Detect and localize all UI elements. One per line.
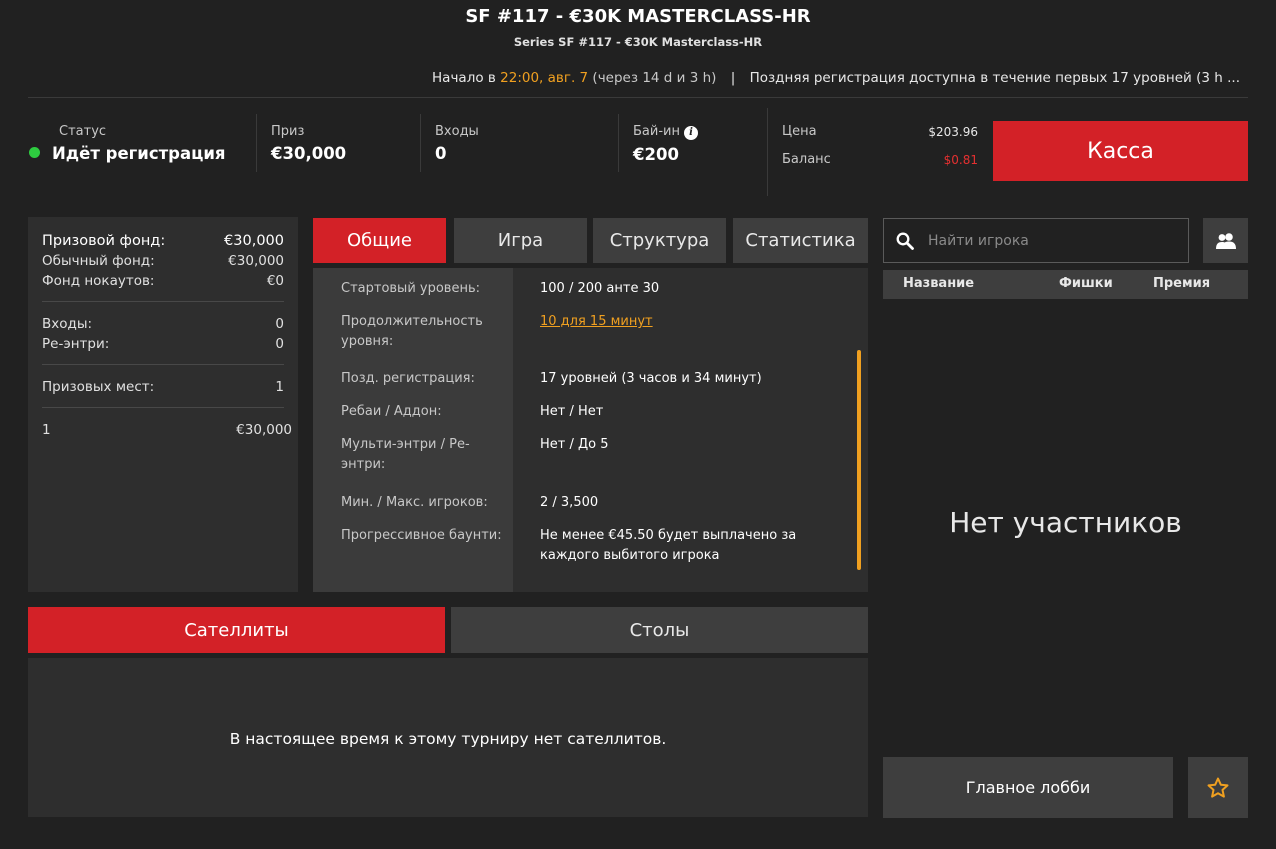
buyin-cell: Бай-ин i €200 (633, 124, 698, 164)
entries-value: 0 (275, 316, 284, 332)
entries-label: Входы: (42, 316, 93, 332)
players-icon (1215, 232, 1236, 249)
tab-game[interactable]: Игра (454, 218, 587, 263)
tournament-details[interactable]: Стартовый уровень: 100 / 200 анте 30 Про… (313, 268, 868, 592)
payout-amount: €30,000 (236, 422, 292, 438)
prize-pool-row: Призовой фонд: €30,000 (42, 231, 284, 251)
detail-value: 2 / 3,500 (540, 495, 599, 510)
regular-pool-label: Обычный фонд: (42, 253, 155, 269)
balance-value: $0.81 (943, 153, 978, 167)
price-label: Цена (782, 124, 817, 139)
favorite-button[interactable] (1188, 757, 1248, 818)
level-duration-link[interactable]: 10 для 15 минут (540, 312, 830, 332)
payout-place: 1 (42, 422, 51, 438)
tournament-subtitle: Series SF #117 - €30K Masterclass-HR (513, 35, 763, 49)
satellites-panel: В настоящее время к этому турниру нет са… (28, 658, 868, 817)
regular-pool-row: Обычный фонд: €30,000 (42, 251, 284, 271)
reentries-row: Ре-энтри: 0 (42, 334, 284, 354)
regular-pool-value: €30,000 (228, 253, 284, 269)
search-icon (896, 232, 914, 250)
detail-label: Прогрессивное баунти: (341, 528, 502, 543)
tab-tables[interactable]: Столы (451, 607, 868, 653)
column-name[interactable]: Название (903, 276, 974, 291)
main-lobby-button[interactable]: Главное лобби (883, 757, 1173, 818)
cashier-button[interactable]: Касса (993, 121, 1248, 181)
detail-label: Мин. / Макс. игроков: (341, 495, 488, 510)
balance-label: Баланс (782, 152, 831, 167)
status-indicator (29, 147, 40, 158)
no-players-message: Нет участников (949, 506, 1182, 539)
buyin-value: €200 (633, 145, 679, 164)
detail-value: Нет / До 5 (540, 437, 609, 452)
paid-places-label: Призовых мест: (42, 379, 155, 395)
entries-row: Входы: 0 (42, 314, 284, 334)
info-divider (767, 108, 768, 196)
detail-value: Не менее €45.50 будет выплачено за каждо… (540, 528, 797, 563)
detail-label: Продолжительность уровня: (341, 314, 483, 349)
detail-value: 17 уровней (3 часов и 34 минут) (540, 371, 762, 386)
prize-pool-panel: Призовой фонд: €30,000 Обычный фонд: €30,0… (28, 217, 298, 592)
tournament-title: SF #117 - €30K MASTERCLASS-HR (465, 6, 811, 27)
header-divider (28, 97, 1248, 98)
prize-pool-value: €30,000 (224, 233, 284, 249)
detail-value: 100 / 200 анте 30 (540, 281, 660, 296)
status-label: Статус (59, 124, 107, 139)
entries-label: Входы (435, 124, 479, 139)
prize-value: €30,000 (271, 144, 347, 163)
info-divider (618, 114, 619, 172)
knockout-pool-value: €0 (266, 273, 284, 289)
status-value: Идёт регистрация (52, 144, 226, 163)
price-value: $203.96 (928, 125, 978, 139)
prize-cell: Приз €30,000 (271, 124, 346, 163)
column-prize[interactable]: Премия (1153, 276, 1210, 291)
divider (42, 301, 284, 302)
divider (42, 407, 284, 408)
detail-label: Стартовый уровень: (341, 281, 481, 296)
start-info: Начало в 22:00, авг. 7 (через 14 d и 3 h… (432, 70, 1240, 86)
no-satellites-message: В настоящее время к этому турниру нет са… (229, 730, 667, 748)
reentries-value: 0 (275, 336, 284, 352)
paid-places-value: 1 (275, 379, 284, 395)
details-scrollbar[interactable] (857, 350, 861, 570)
header-separator: | (730, 70, 736, 86)
start-relative: (через 14 d и 3 h) (592, 70, 717, 86)
player-search-box[interactable] (883, 218, 1189, 263)
players-table-header: Название Фишки Премия (883, 270, 1248, 299)
entries-value: 0 (435, 144, 447, 163)
knockout-pool-row: Фонд нокаутов: €0 (42, 271, 284, 291)
paid-places-row: Призовых мест: 1 (42, 377, 284, 397)
start-time: 22:00, авг. 7 (500, 70, 589, 86)
detail-label: Позд. регистрация: (341, 371, 475, 386)
prize-label: Приз (271, 124, 305, 139)
prize-pool-label: Призовой фонд: (42, 233, 166, 249)
status-cell: Статус Идёт регистрация (29, 124, 226, 163)
search-input[interactable] (928, 232, 1168, 249)
players-filter-button[interactable] (1203, 218, 1248, 263)
tab-satellites[interactable]: Сателлиты (28, 607, 445, 653)
column-chips[interactable]: Фишки (1059, 276, 1113, 291)
late-registration-info: Поздняя регистрация доступна в течение п… (749, 70, 1240, 86)
info-icon[interactable]: i (683, 126, 698, 140)
knockout-pool-label: Фонд нокаутов: (42, 273, 155, 289)
payout-row: 1 €30,000 (42, 420, 292, 440)
divider (42, 364, 284, 365)
info-divider (420, 114, 421, 172)
detail-label: Ребаи / Аддон: (341, 404, 442, 419)
tab-general[interactable]: Общие (313, 218, 446, 263)
tab-statistics[interactable]: Статистика (733, 218, 868, 263)
reentries-label: Ре-энтри: (42, 336, 110, 352)
detail-value: Нет / Нет (540, 404, 604, 419)
info-divider (256, 114, 257, 172)
entries-cell: Входы 0 (435, 124, 479, 163)
detail-label: Мульти-энтри / Ре-энтри: (341, 437, 470, 472)
start-prefix: Начало в (432, 70, 496, 86)
star-icon (1207, 777, 1229, 798)
tab-structure[interactable]: Структура (593, 218, 726, 263)
buyin-label: Бай-ин (633, 124, 680, 139)
